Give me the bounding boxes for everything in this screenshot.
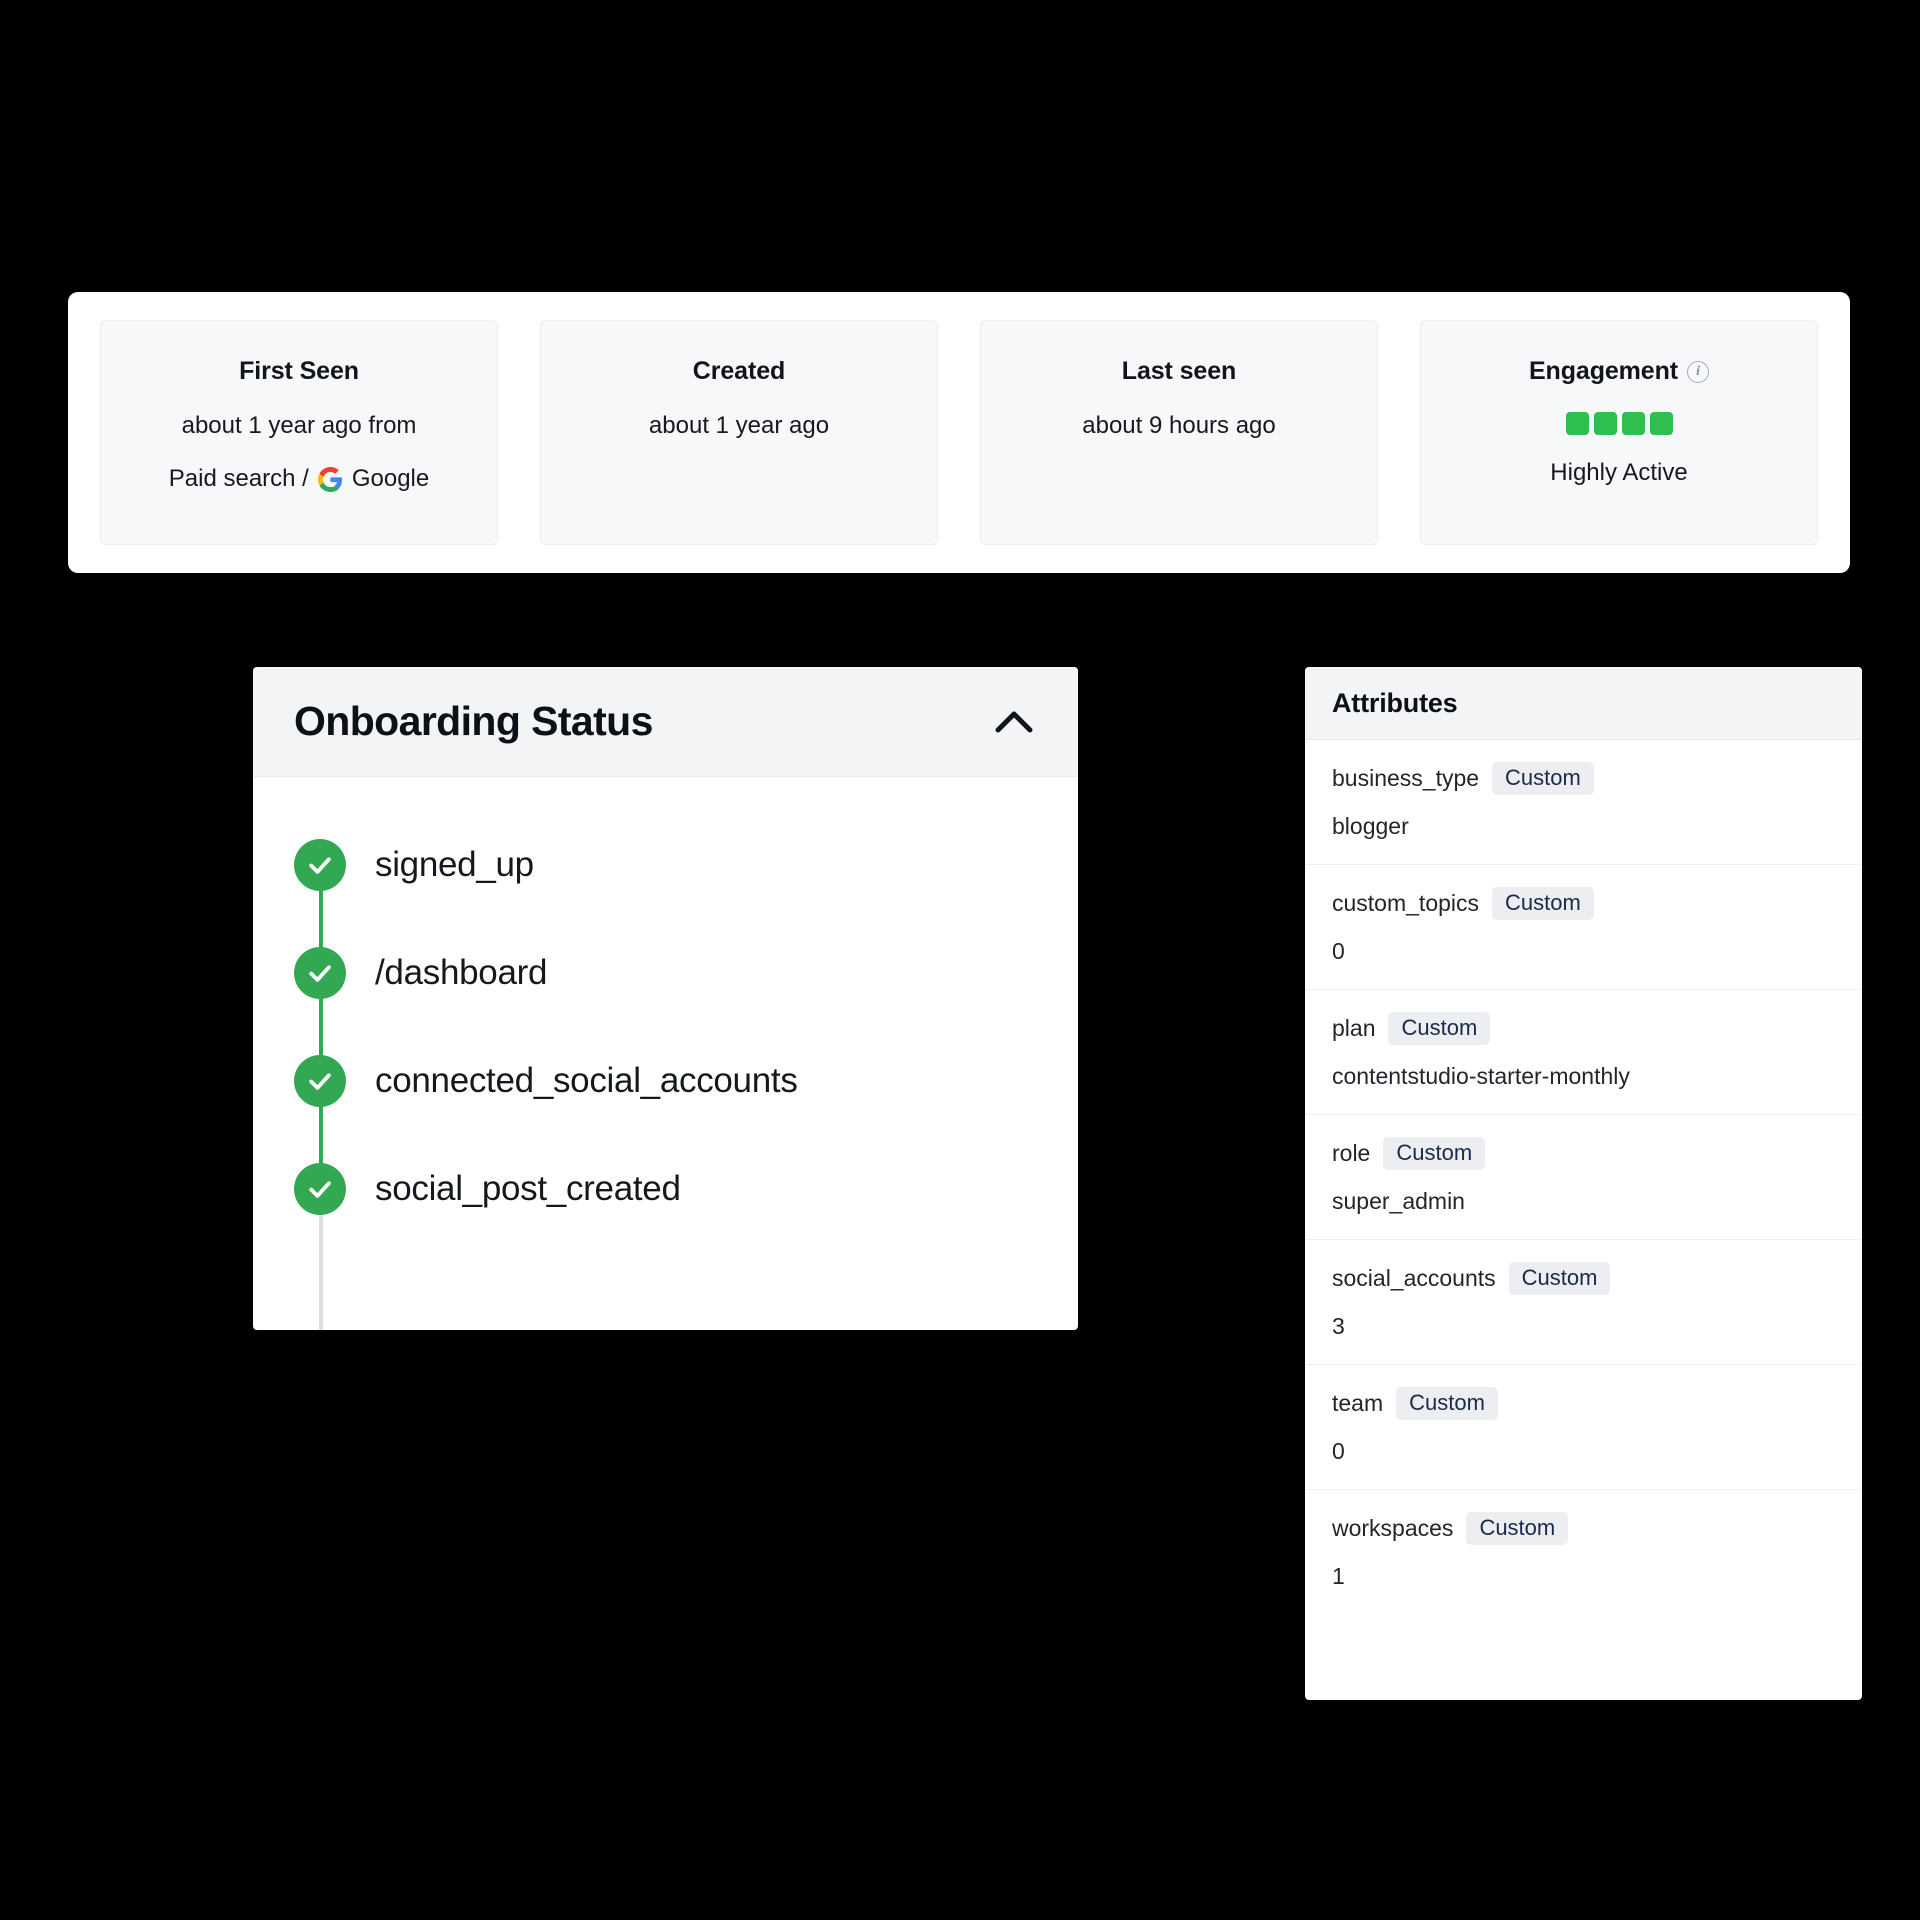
step-complete-icon <box>294 1163 346 1215</box>
step-label: /dashboard <box>375 953 548 992</box>
onboarding-step: social_post_created <box>253 1135 1078 1243</box>
summary-tile-first-seen: First Seen about 1 year ago from Paid se… <box>100 320 498 545</box>
engagement-level-indicator <box>1565 412 1673 435</box>
tile-title: Created <box>692 357 786 386</box>
created-when: about 1 year ago <box>648 412 830 439</box>
step-label: connected_social_accounts <box>375 1061 798 1100</box>
attribute-source-badge: Custom <box>1388 1012 1491 1045</box>
attribute-key: role <box>1332 1140 1371 1166</box>
attributes-panel-header: Attributes <box>1305 667 1862 740</box>
onboarding-status-panel: Onboarding Status signed_up /dashboard c… <box>253 667 1078 1330</box>
onboarding-panel-header[interactable]: Onboarding Status <box>253 667 1078 777</box>
attribute-row: role Custom super_admin <box>1305 1115 1862 1240</box>
summary-tile-created: Created about 1 year ago <box>540 320 938 545</box>
attribute-value: 0 <box>1332 1438 1345 1464</box>
summary-tile-last-seen: Last seen about 9 hours ago <box>980 320 1378 545</box>
step-complete-icon <box>294 839 346 891</box>
engagement-bar <box>1621 412 1645 435</box>
attribute-row: business_type Custom blogger <box>1305 740 1862 865</box>
attribute-source-badge: Custom <box>1466 1512 1569 1545</box>
chevron-up-icon[interactable] <box>990 698 1038 746</box>
page-root: First Seen about 1 year ago from Paid se… <box>0 0 1920 1920</box>
attribute-row: social_accounts Custom 3 <box>1305 1240 1862 1365</box>
step-complete-icon <box>294 947 346 999</box>
attribute-source-badge: Custom <box>1396 1387 1498 1420</box>
engagement-label: Highly Active <box>1550 459 1688 486</box>
attribute-value: 3 <box>1332 1313 1345 1339</box>
tile-title: First Seen <box>239 357 359 386</box>
attribute-row: team Custom 0 <box>1305 1365 1862 1490</box>
attribute-value: super_admin <box>1332 1188 1465 1214</box>
attribute-value: 0 <box>1332 938 1345 964</box>
first-seen-source-prefix: Paid search / <box>168 465 309 493</box>
step-connector-pending <box>319 1213 323 1330</box>
first-seen-source-brand: Google <box>351 465 430 493</box>
attribute-value: 1 <box>1332 1563 1345 1589</box>
attribute-key: plan <box>1332 1015 1376 1041</box>
step-complete-icon <box>294 1055 346 1107</box>
step-label: social_post_created <box>375 1169 681 1208</box>
attribute-value: blogger <box>1332 813 1409 839</box>
attributes-title: Attributes <box>1332 687 1458 718</box>
onboarding-step: /dashboard <box>253 919 1078 1027</box>
summary-card: First Seen about 1 year ago from Paid se… <box>68 292 1850 573</box>
attribute-value: contentstudio-starter-monthly <box>1332 1063 1630 1089</box>
attribute-key: workspaces <box>1332 1515 1454 1541</box>
attribute-source-badge: Custom <box>1383 1137 1486 1170</box>
onboarding-step: signed_up <box>253 811 1078 919</box>
tile-title-label: First Seen <box>239 357 359 385</box>
last-seen-when: about 9 hours ago <box>1082 412 1276 439</box>
google-logo-icon <box>317 466 343 492</box>
attribute-key: custom_topics <box>1332 890 1480 916</box>
attribute-source-badge: Custom <box>1492 762 1594 795</box>
summary-tile-engagement: Engagement i Highly Active <box>1420 320 1818 545</box>
info-icon[interactable]: i <box>1687 360 1710 383</box>
engagement-bar <box>1649 412 1673 435</box>
first-seen-when: about 1 year ago from <box>181 412 417 439</box>
engagement-bar <box>1593 412 1617 435</box>
tile-title: Engagement i <box>1528 357 1710 386</box>
tile-title-label: Last seen <box>1121 357 1237 385</box>
tile-title-label: Engagement <box>1528 357 1679 385</box>
first-seen-source: Paid search / Google <box>169 465 429 493</box>
attribute-row: workspaces Custom 1 <box>1305 1490 1862 1614</box>
attribute-key: team <box>1332 1390 1384 1416</box>
attribute-row: plan Custom contentstudio-starter-monthl… <box>1305 990 1862 1115</box>
tile-title-label: Created <box>692 357 786 385</box>
step-label: signed_up <box>375 845 534 884</box>
engagement-bar <box>1565 412 1589 435</box>
onboarding-title: Onboarding Status <box>294 698 653 744</box>
attributes-panel: Attributes business_type Custom blogger … <box>1305 667 1862 1700</box>
onboarding-steps: signed_up /dashboard connected_social_ac… <box>253 777 1078 1330</box>
onboarding-step: connected_social_accounts <box>253 1027 1078 1135</box>
attribute-row: custom_topics Custom 0 <box>1305 865 1862 990</box>
tile-title: Last seen <box>1121 357 1237 386</box>
attribute-key: business_type <box>1332 765 1480 791</box>
attribute-source-badge: Custom <box>1508 1262 1611 1295</box>
attribute-key: social_accounts <box>1332 1265 1496 1291</box>
attribute-source-badge: Custom <box>1492 887 1594 920</box>
